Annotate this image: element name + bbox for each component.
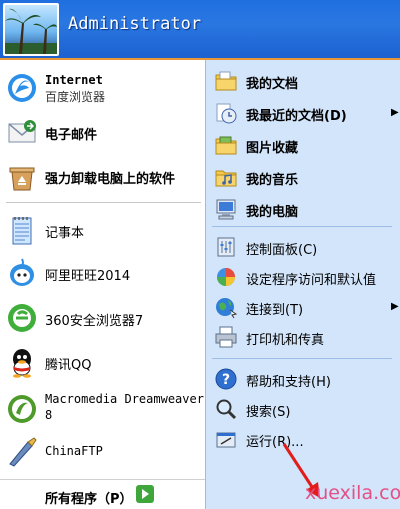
right-separator <box>212 358 392 359</box>
search-icon <box>214 397 238 421</box>
places-item-my-music[interactable]: 我的音乐 <box>206 162 400 192</box>
places-item-label: 搜索(S) <box>246 405 291 420</box>
green-arrow-icon <box>135 484 155 504</box>
places-item-my-computer[interactable]: 我的电脑 <box>206 194 400 224</box>
recent-item-notepad[interactable]: 记事本 <box>0 210 205 250</box>
recent-item-title: Macromedia Dreamweaver <box>45 392 204 406</box>
uninstall-icon <box>6 160 38 192</box>
places-item-help[interactable]: ? 帮助和支持(H) <box>206 364 400 394</box>
places-item-label: 帮助和支持(H) <box>246 375 331 390</box>
places-item-search[interactable]: 搜索(S) <box>206 394 400 424</box>
watermark: xuexila.com <box>305 482 400 504</box>
places-item-label: 我的音乐 <box>246 173 299 188</box>
submenu-arrow-icon: ▶ <box>391 301 399 312</box>
pinned-item-internet[interactable]: Internet 百度浏览器 <box>0 68 205 108</box>
user-avatar[interactable] <box>3 3 59 56</box>
my-computer-icon <box>214 197 238 221</box>
browser-icon <box>6 72 38 104</box>
connect-to-icon <box>214 295 238 319</box>
recent-item-dreamweaver[interactable]: Macromedia Dreamweaver 8 <box>0 386 205 432</box>
recent-item-aliwangwang[interactable]: 阿里旺旺2014 <box>0 253 205 293</box>
pinned-item-title: 强力卸载电脑上的软件 <box>45 172 176 187</box>
right-separator <box>212 226 392 227</box>
help-icon: ? <box>214 367 238 391</box>
left-pane: Internet 百度浏览器 电子邮件 强力卸载电脑上的软件 记事本 阿里旺旺2… <box>0 60 205 509</box>
places-item-label: 打印机和传真 <box>246 333 325 348</box>
program-defaults-icon <box>214 265 238 289</box>
places-item-program-defaults[interactable]: 设定程序访问和默认值 <box>206 262 400 292</box>
start-menu: Administrator Internet 百度浏览器 电子邮件 强力卸载电脑… <box>0 0 400 509</box>
places-item-label: 图片收藏 <box>246 141 299 156</box>
places-item-connect-to[interactable]: 连接到(T) ▶ <box>206 292 400 322</box>
email-icon <box>6 116 38 148</box>
places-item-label: 我最近的文档(D) <box>246 109 347 124</box>
pinned-item-title: 电子邮件 <box>45 128 98 143</box>
svg-text:?: ? <box>222 372 230 388</box>
all-programs-button[interactable]: 所有程序（P） <box>0 479 205 509</box>
pinned-item-subtitle: 百度浏览器 <box>45 90 106 104</box>
palm-tree-picture <box>5 8 57 54</box>
places-item-recent-documents[interactable]: 我最近的文档(D) ▶ <box>206 98 400 128</box>
dreamweaver-icon <box>6 393 38 425</box>
places-item-label: 设定程序访问和默认值 <box>246 273 377 288</box>
pinned-item-title: Internet <box>45 73 103 87</box>
places-item-my-pictures[interactable]: 图片收藏 <box>206 130 400 160</box>
printer-icon <box>214 325 238 349</box>
places-item-printers[interactable]: 打印机和传真 <box>206 322 400 352</box>
all-programs-label: 所有程序（P） <box>45 492 133 507</box>
recent-item-360-browser[interactable]: 360安全浏览器7 <box>0 298 205 338</box>
submenu-arrow-icon: ▶ <box>391 107 399 118</box>
places-item-label: 我的文档 <box>246 77 299 92</box>
recent-item-title: ChinaFTP <box>45 444 103 458</box>
recent-item-title: 360安全浏览器7 <box>45 314 144 329</box>
my-pictures-icon <box>214 133 238 157</box>
recent-item-qq[interactable]: 腾讯QQ <box>0 342 205 382</box>
places-item-label: 控制面板(C) <box>246 243 318 258</box>
control-panel-icon <box>214 235 238 259</box>
places-item-label: 连接到(T) <box>246 303 304 318</box>
qq-icon <box>6 346 38 378</box>
recent-item-title-line2: 8 <box>45 408 53 422</box>
recent-item-title: 腾讯QQ <box>45 358 92 373</box>
places-item-label: 我的电脑 <box>246 205 299 220</box>
pinned-item-uninstall[interactable]: 强力卸载电脑上的软件 <box>0 156 205 196</box>
recent-item-chinaftp[interactable]: ChinaFTP <box>0 432 205 472</box>
pinned-separator <box>6 202 201 203</box>
recent-documents-icon <box>214 101 238 125</box>
pinned-item-email[interactable]: 电子邮件 <box>0 112 205 152</box>
recent-item-title: 记事本 <box>45 226 85 241</box>
my-music-icon <box>214 165 238 189</box>
notepad-icon <box>6 214 38 246</box>
recent-item-title: 阿里旺旺2014 <box>45 269 131 284</box>
start-menu-header: Administrator <box>0 0 400 60</box>
user-name: Administrator <box>68 14 202 34</box>
aliwangwang-icon <box>6 257 38 289</box>
places-item-my-documents[interactable]: 我的文档 <box>206 66 400 96</box>
run-icon <box>214 427 238 451</box>
my-documents-icon <box>214 69 238 93</box>
chinaftp-icon <box>6 436 38 468</box>
places-item-control-panel[interactable]: 控制面板(C) <box>206 232 400 262</box>
360-browser-icon <box>6 302 38 334</box>
